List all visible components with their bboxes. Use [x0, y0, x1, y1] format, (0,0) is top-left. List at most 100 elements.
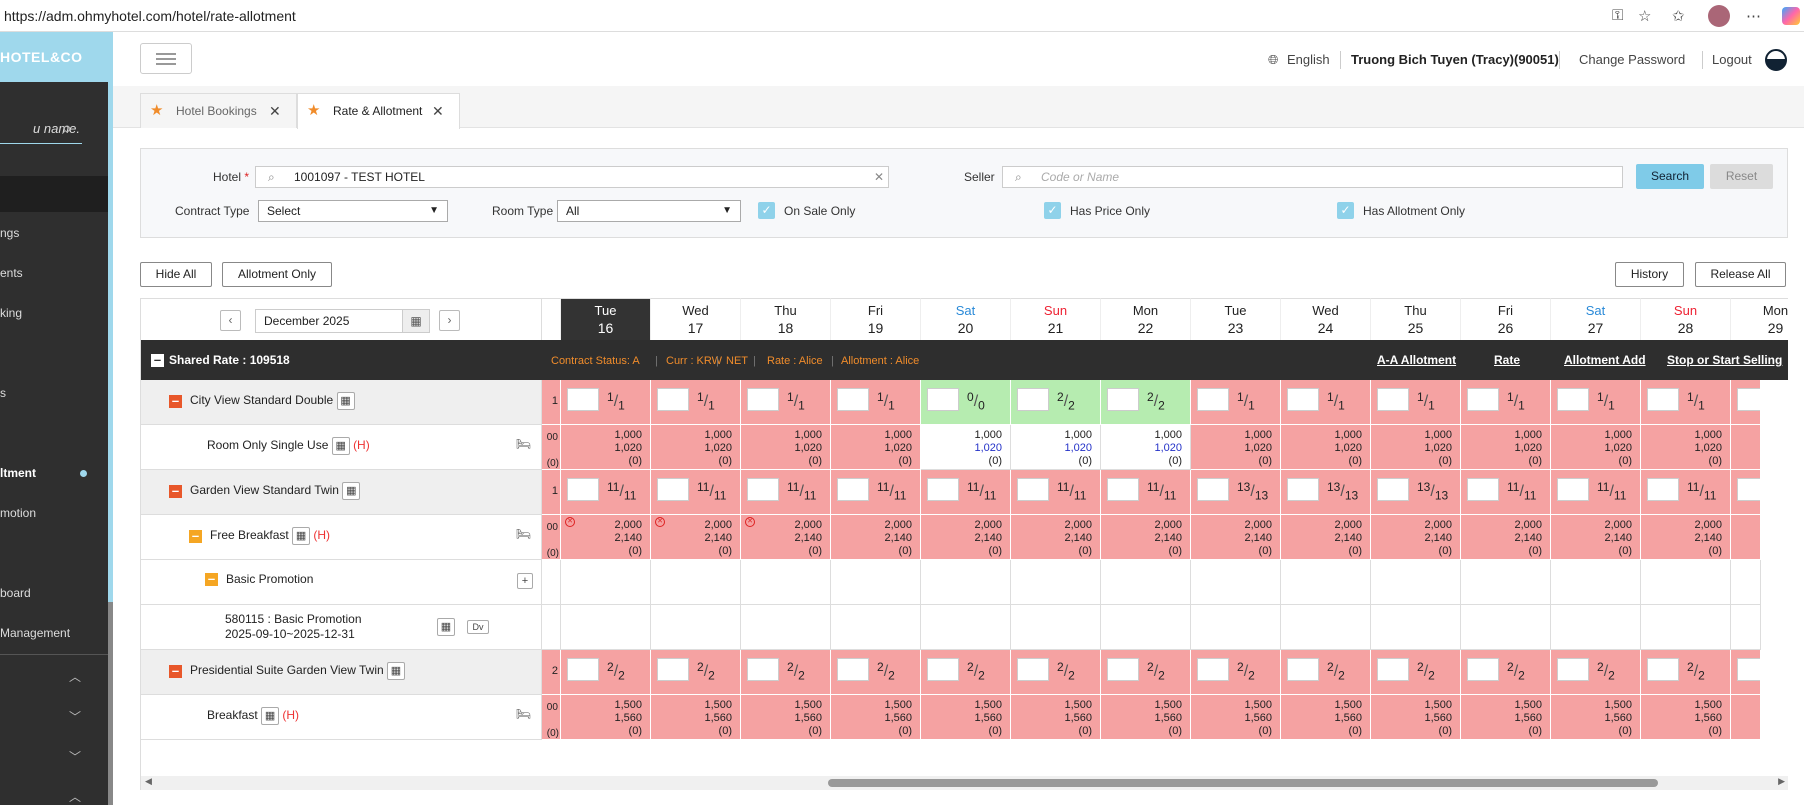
prev-month-button[interactable]: ‹	[220, 310, 241, 331]
allotment-input[interactable]	[1467, 388, 1499, 411]
grid-cell[interactable]: 2/2	[1371, 650, 1461, 695]
dv-icon[interactable]: Dv	[467, 620, 489, 634]
contract-type-select[interactable]: Select ▼	[258, 200, 448, 222]
calendar-icon[interactable]: ▦	[342, 482, 361, 500]
calendar-icon[interactable]: ▦	[292, 527, 311, 545]
sidebar-item-management[interactable]: Management	[0, 626, 70, 640]
grid-cell[interactable]: 1,500 1,560 (0)	[1461, 695, 1551, 740]
allotment-input[interactable]	[1197, 658, 1229, 681]
grid-cell[interactable]: 1/1	[1461, 380, 1551, 425]
grid-cell[interactable]: 1,500 1,560 (0)	[1371, 695, 1461, 740]
grid-cell[interactable]: 1/1	[561, 380, 651, 425]
stop-sell-icon[interactable]: ✕	[565, 517, 575, 527]
allotment-input[interactable]	[837, 478, 869, 501]
stop-start-selling-link[interactable]: Stop or Start Selling	[1667, 353, 1782, 367]
grid-cell[interactable]: 1/1	[831, 380, 921, 425]
grid-cell[interactable]: 2/2	[1641, 650, 1731, 695]
grid-cell[interactable]	[921, 605, 1011, 650]
day-header[interactable]: Thu 25	[1371, 298, 1461, 340]
allotment-input[interactable]	[747, 658, 779, 681]
allotment-input[interactable]	[1647, 388, 1679, 411]
collapse-icon[interactable]: –	[169, 394, 182, 408]
grid-cell[interactable]: 2,000 2,140 (0)	[1191, 515, 1281, 560]
allotment-input[interactable]	[1197, 388, 1229, 411]
grid-cell[interactable]: 2/2	[561, 650, 651, 695]
day-header[interactable]: Mon 22	[1101, 298, 1191, 340]
grid-cell[interactable]	[1731, 425, 1761, 470]
grid-cell[interactable]: 13/13	[1281, 470, 1371, 515]
grid-cell[interactable]: 1,000 1,020 (0)	[1641, 425, 1731, 470]
grid-cell[interactable]: 1,000 1,020 (0)	[1281, 425, 1371, 470]
allotment-input[interactable]	[927, 478, 959, 501]
day-header[interactable]: Thu 18	[741, 298, 831, 340]
globe-icon[interactable]: 🌐︎	[1268, 52, 1278, 68]
grid-cell[interactable]: 1,000 1,020 (0)	[561, 425, 651, 470]
grid-cell[interactable]: 11/11	[1551, 470, 1641, 515]
grid-cell[interactable]: 1,000 1,020 (0)	[1551, 425, 1641, 470]
collapse-icon[interactable]: –	[169, 484, 182, 498]
allotment-input[interactable]	[1737, 658, 1760, 681]
grid-cell[interactable]	[1731, 515, 1761, 560]
rate-link[interactable]: Rate	[1494, 353, 1520, 367]
grid-cell[interactable]: 2/2	[1731, 650, 1761, 695]
allotment-input[interactable]	[1737, 478, 1760, 501]
calendar-icon[interactable]: ▦	[336, 392, 355, 410]
grid-cell[interactable]	[741, 605, 831, 650]
grid-cell[interactable]: 1,500 1,560 (0)	[1011, 695, 1101, 740]
grid-cell[interactable]: 11/11	[1731, 470, 1761, 515]
allotment-input[interactable]	[1557, 388, 1589, 411]
tab-rate-allotment[interactable]: ★ Rate & Allotment ✕	[297, 93, 460, 129]
grid-cell[interactable]	[831, 605, 921, 650]
allotment-input[interactable]	[1287, 658, 1319, 681]
allotment-input[interactable]	[657, 658, 689, 681]
grid-cell[interactable]: 1,500 1,560 (0)	[651, 695, 741, 740]
star-icon[interactable]: ☆	[1638, 7, 1651, 25]
day-header[interactable]: Fri 19	[831, 298, 921, 340]
allotment-input[interactable]	[1287, 388, 1319, 411]
day-header[interactable]: Wed 24	[1281, 298, 1371, 340]
allotment-input[interactable]	[1287, 478, 1319, 501]
grid-cell[interactable]: 1,000 1,020 (0)	[1191, 425, 1281, 470]
grid-cell[interactable]: 11/11	[1011, 470, 1101, 515]
copilot-icon[interactable]	[1782, 7, 1800, 25]
grid-cell[interactable]: 1/1	[1281, 380, 1371, 425]
allotment-input[interactable]	[837, 658, 869, 681]
calendar-icon[interactable]: ▦	[437, 618, 455, 636]
day-header[interactable]: Wed 17	[651, 298, 741, 340]
grid-cell[interactable]: 1,500 1,560 (0)	[1551, 695, 1641, 740]
has-allotment-checkbox[interactable]: ✓	[1337, 202, 1354, 219]
search-button[interactable]: Search	[1636, 164, 1704, 189]
grid-cell[interactable]: 1,000 1,020 (0)	[921, 425, 1011, 470]
history-button[interactable]: History	[1615, 262, 1684, 287]
allotment-input[interactable]	[1107, 388, 1139, 411]
language-selector[interactable]: English	[1287, 52, 1330, 67]
grid-cell[interactable]: 0/0	[921, 380, 1011, 425]
grid-cell[interactable]: 1,500 1,560 (0)	[741, 695, 831, 740]
close-icon[interactable]: ✕	[432, 94, 444, 128]
grid-cell[interactable]	[1281, 605, 1371, 650]
allotment-input[interactable]	[837, 388, 869, 411]
menu-toggle-button[interactable]	[140, 43, 192, 74]
grid-cell[interactable]: 2/2	[1551, 650, 1641, 695]
allotment-input[interactable]	[657, 478, 689, 501]
allotment-input[interactable]	[1017, 658, 1049, 681]
grid-cell[interactable]	[1461, 605, 1551, 650]
grid-cell[interactable]: 2,000 2,140 (0) ✕	[741, 515, 831, 560]
change-password-link[interactable]: Change Password	[1579, 52, 1685, 67]
collapse-icon[interactable]: –	[205, 572, 218, 587]
allotment-input[interactable]	[1647, 658, 1679, 681]
grid-cell[interactable]: 1/1	[741, 380, 831, 425]
next-month-button[interactable]: ›	[439, 310, 460, 331]
day-header[interactable]: Sat 27	[1551, 298, 1641, 340]
allotment-input[interactable]	[1107, 658, 1139, 681]
grid-cell[interactable]	[1731, 695, 1761, 740]
has-price-checkbox[interactable]: ✓	[1044, 202, 1061, 219]
grid-cell[interactable]: 1/1	[1731, 380, 1761, 425]
grid-cell[interactable]	[1101, 605, 1191, 650]
grid-cell[interactable]: 1/1	[1551, 380, 1641, 425]
grid-cell[interactable]: 1,500 1,560 (0)	[1191, 695, 1281, 740]
allotment-input[interactable]	[1377, 658, 1409, 681]
reset-button[interactable]: Reset	[1710, 164, 1773, 189]
grid-cell[interactable]: 2,000 2,140 (0)	[831, 515, 921, 560]
allotment-input[interactable]	[1017, 478, 1049, 501]
